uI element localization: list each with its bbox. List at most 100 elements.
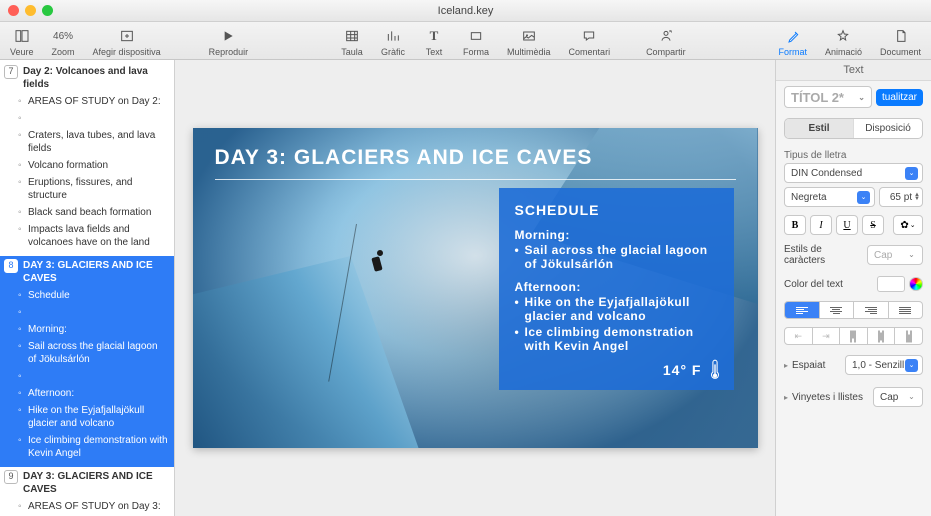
outline-panel[interactable]: 7Day 2: Volcanoes and lava fieldsAREAS O…: [0, 60, 175, 516]
chart-button[interactable]: Gràfic: [381, 27, 405, 57]
outline-slide-title: Day 2: Volcanoes and lava fields: [23, 65, 168, 91]
underline-button[interactable]: U: [836, 215, 858, 235]
traffic-lights[interactable]: [8, 5, 53, 16]
italic-button[interactable]: I: [810, 215, 832, 235]
outline-bullet[interactable]: Morning:: [28, 321, 168, 338]
temperature-widget: 14° F: [663, 358, 722, 382]
char-styles-select[interactable]: Cap ⌄: [867, 245, 923, 265]
text-button[interactable]: T Text: [423, 27, 445, 57]
tab-layout[interactable]: Disposició: [854, 119, 922, 138]
outline-bullet[interactable]: [28, 304, 168, 321]
chevron-down-icon: ⌄: [905, 249, 918, 262]
spacing-select[interactable]: 1,0 - Senzill ⌄: [845, 355, 923, 375]
toolbar: Veure 46% Zoom Afegir dispositiva Reprod…: [0, 22, 931, 60]
share-button[interactable]: Compartir: [646, 27, 686, 57]
bullets-select[interactable]: Cap ⌄: [873, 387, 923, 407]
shape-icon: [465, 27, 487, 45]
strike-button[interactable]: S: [862, 215, 884, 235]
outline-bullet[interactable]: AREAS OF STUDY on Day 2:: [28, 93, 168, 110]
align-center-button[interactable]: [820, 301, 855, 319]
outline-slide[interactable]: 8DAY 3: GLACIERS AND ICE CAVESSchedule M…: [0, 256, 174, 467]
close-window-icon[interactable]: [8, 5, 19, 16]
align-justify-button[interactable]: [889, 301, 924, 319]
align-middle-button[interactable]: [868, 327, 896, 345]
outdent-button[interactable]: ⇤: [784, 327, 813, 345]
style-layout-tabs[interactable]: Estil Disposició: [784, 118, 923, 139]
outline-bullet[interactable]: Craters, lava tubes, and lava fields: [28, 127, 168, 157]
text-color-well[interactable]: [877, 276, 905, 292]
slide[interactable]: DAY 3: GLACIERS AND ICE CAVES SCHEDULE M…: [193, 128, 758, 448]
document-button[interactable]: Document: [880, 27, 921, 57]
format-button[interactable]: Format: [778, 27, 807, 57]
font-family-select[interactable]: DIN Condensed ⌄: [784, 163, 923, 183]
char-styles-label: Estils de caràcters: [784, 244, 863, 266]
outline-bullet[interactable]: [28, 110, 168, 127]
text-color-label: Color del text: [784, 279, 843, 290]
minimize-window-icon[interactable]: [25, 5, 36, 16]
bullets-disclosure[interactable]: ▸ Vinyetes i llistes Cap ⌄: [776, 381, 931, 413]
text-icon: T: [423, 27, 445, 45]
slide-title[interactable]: DAY 3: GLACIERS AND ICE CAVES: [193, 128, 758, 178]
outline-bullet[interactable]: Hike on the Eyjafjallajökull glacier and…: [28, 402, 168, 432]
view-button[interactable]: Veure: [10, 27, 34, 57]
media-button[interactable]: Multimèdia: [507, 27, 551, 57]
outline-bullet[interactable]: Schedule: [28, 287, 168, 304]
chevron-down-icon: ⌄: [858, 93, 865, 102]
disclosure-triangle-icon: ▸: [784, 393, 788, 402]
font-size-field[interactable]: 65 pt ▲▼: [879, 187, 923, 207]
stepper-icon: ⌄: [905, 359, 918, 372]
animate-icon: [832, 27, 854, 45]
tab-style[interactable]: Estil: [785, 119, 854, 138]
comment-icon: [578, 27, 600, 45]
advanced-text-button[interactable]: ✿⌄: [893, 215, 923, 235]
stepper-icon: ▲▼: [914, 193, 920, 201]
play-button[interactable]: Reproduir: [209, 27, 249, 57]
font-weight-select[interactable]: Negreta ⌄: [784, 187, 875, 207]
outline-bullet[interactable]: Ice climbing demonstration with Kevin An…: [28, 432, 168, 462]
chevron-down-icon: ⌄: [910, 221, 916, 229]
outline-slide[interactable]: 9DAY 3: GLACIERS AND ICE CAVESAREAS OF S…: [0, 467, 174, 516]
gear-icon: ✿: [900, 220, 908, 231]
animate-button[interactable]: Animació: [825, 27, 862, 57]
outline-slide[interactable]: 7Day 2: Volcanoes and lava fieldsAREAS O…: [0, 62, 174, 256]
main-area: 7Day 2: Volcanoes and lava fieldsAREAS O…: [0, 60, 931, 516]
zoom-value: 46%: [52, 27, 74, 45]
outline-bullet[interactable]: Eruptions, fissures, and structure: [28, 174, 168, 204]
document-title: Iceland.key: [438, 5, 494, 17]
disclosure-triangle-icon: ▸: [784, 361, 788, 370]
indent-button[interactable]: ⇥: [813, 327, 841, 345]
outline-bullet[interactable]: Sail across the glacial lagoon of Jökuls…: [28, 338, 168, 368]
inspector-header: Text: [776, 60, 931, 81]
bold-button[interactable]: B: [784, 215, 806, 235]
zoom-button[interactable]: 46% Zoom: [52, 27, 75, 57]
align-top-button[interactable]: [840, 327, 868, 345]
color-picker-icon[interactable]: [909, 277, 923, 291]
outline-bullet[interactable]: Afternoon:: [28, 385, 168, 402]
view-icon: [11, 27, 33, 45]
afternoon-label: Afternoon:: [515, 280, 718, 294]
table-button[interactable]: Taula: [341, 27, 363, 57]
slide-canvas[interactable]: DAY 3: GLACIERS AND ICE CAVES SCHEDULE M…: [175, 60, 775, 516]
inspector-panel: Text TÍTOL 2* ⌄ tualitzar Estil Disposic…: [775, 60, 931, 516]
update-style-button[interactable]: tualitzar: [876, 89, 923, 106]
morning-list: Sail across the glacial lagoon of Jökuls…: [515, 242, 718, 272]
zoom-window-icon[interactable]: [42, 5, 53, 16]
outline-bullet[interactable]: AREAS OF STUDY on Day 3:: [28, 498, 168, 515]
climber-graphic: [373, 250, 387, 276]
align-bottom-button[interactable]: [895, 327, 923, 345]
outline-bullet[interactable]: Impacts lava fields and volcanoes have o…: [28, 221, 168, 251]
add-slide-button[interactable]: Afegir dispositiva: [93, 27, 161, 57]
slide-number: 8: [4, 259, 18, 273]
shape-button[interactable]: Forma: [463, 27, 489, 57]
thermometer-icon: [708, 358, 722, 382]
paragraph-style-select[interactable]: TÍTOL 2* ⌄: [784, 86, 872, 108]
spacing-disclosure[interactable]: ▸ Espaiat 1,0 - Senzill ⌄: [776, 349, 931, 381]
comment-button[interactable]: Comentari: [569, 27, 611, 57]
text-style-buttons: B I U S ✿⌄: [776, 211, 931, 239]
schedule-box[interactable]: SCHEDULE Morning: Sail across the glacia…: [499, 188, 734, 390]
outline-bullet[interactable]: [28, 368, 168, 385]
outline-bullet[interactable]: Volcano formation: [28, 157, 168, 174]
align-left-button[interactable]: [784, 301, 820, 319]
align-right-button[interactable]: [854, 301, 889, 319]
outline-bullet[interactable]: Black sand beach formation: [28, 204, 168, 221]
